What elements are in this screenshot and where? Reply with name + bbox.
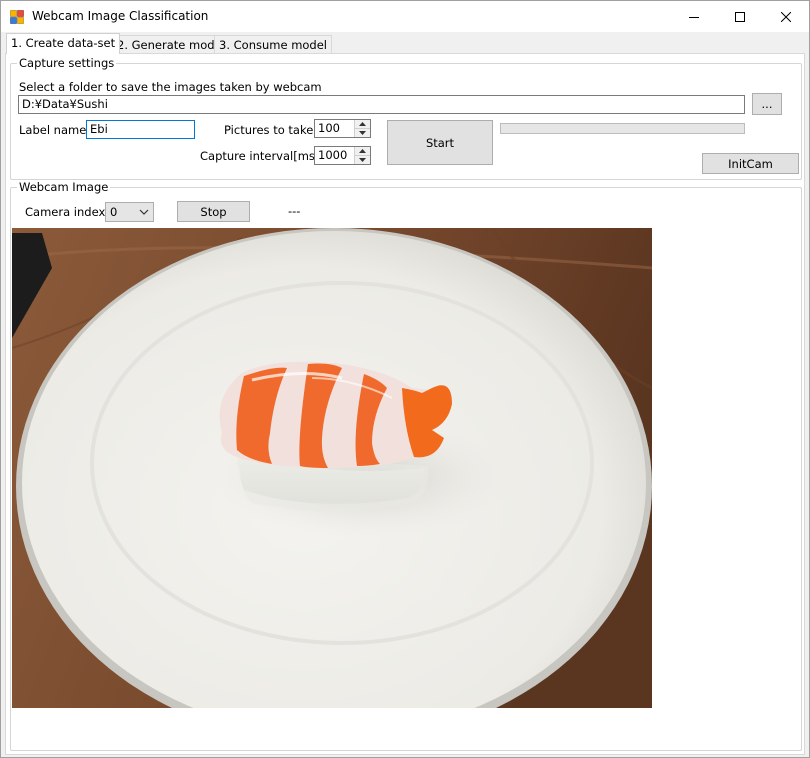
tab-create-dataset[interactable]: 1. Create data-set	[6, 33, 121, 54]
camera-index-label: Camera index	[25, 205, 106, 219]
webcam-status-text: ---	[288, 204, 301, 218]
minimize-icon	[689, 16, 699, 18]
spin-down-icon[interactable]	[355, 156, 370, 164]
minimize-button[interactable]	[671, 1, 717, 32]
capture-interval-stepper[interactable]: 1000	[314, 146, 371, 165]
capture-settings-title: Capture settings	[17, 56, 117, 70]
chevron-down-icon	[139, 209, 149, 215]
close-icon	[781, 11, 791, 22]
pictures-to-take-stepper[interactable]: 100	[314, 119, 371, 138]
spin-down-icon[interactable]	[355, 129, 370, 137]
camera-index-select[interactable]: 0	[105, 202, 154, 222]
browse-button[interactable]: ...	[752, 93, 782, 115]
app-icon	[10, 10, 24, 24]
spin-up-icon[interactable]	[355, 147, 370, 156]
tab-generate-model[interactable]: 2. Generate model	[112, 35, 230, 53]
folder-path-input[interactable]: D:¥Data¥Sushi	[18, 95, 745, 114]
initcam-button[interactable]: InitCam	[702, 153, 799, 174]
capture-interval-value: 1000	[318, 148, 348, 162]
main-window: Webcam Image Classification 1. Create da…	[0, 0, 810, 758]
spin-up-icon[interactable]	[355, 120, 370, 129]
capture-progress-bar	[500, 123, 745, 134]
stop-button[interactable]: Stop	[177, 201, 250, 222]
label-name-input[interactable]: Ebi	[86, 120, 195, 139]
close-button[interactable]	[763, 1, 809, 32]
window-title: Webcam Image Classification	[32, 9, 209, 23]
pictures-to-take-label: Pictures to take	[224, 123, 314, 137]
tab-consume-model[interactable]: 3. Consume model	[214, 35, 333, 53]
pictures-to-take-value: 100	[318, 121, 340, 135]
maximize-icon	[735, 11, 745, 22]
camera-index-value: 0	[110, 205, 118, 219]
start-button[interactable]: Start	[387, 120, 493, 165]
maximize-button[interactable]	[717, 1, 763, 32]
capture-interval-label: Capture interval[ms]	[200, 149, 320, 163]
webcam-image	[12, 228, 652, 708]
label-name-label: Label name	[19, 123, 87, 137]
title-bar[interactable]: Webcam Image Classification	[1, 1, 809, 32]
folder-prompt-label: Select a folder to save the images taken…	[19, 80, 322, 94]
webcam-image-title: Webcam Image	[17, 180, 111, 194]
